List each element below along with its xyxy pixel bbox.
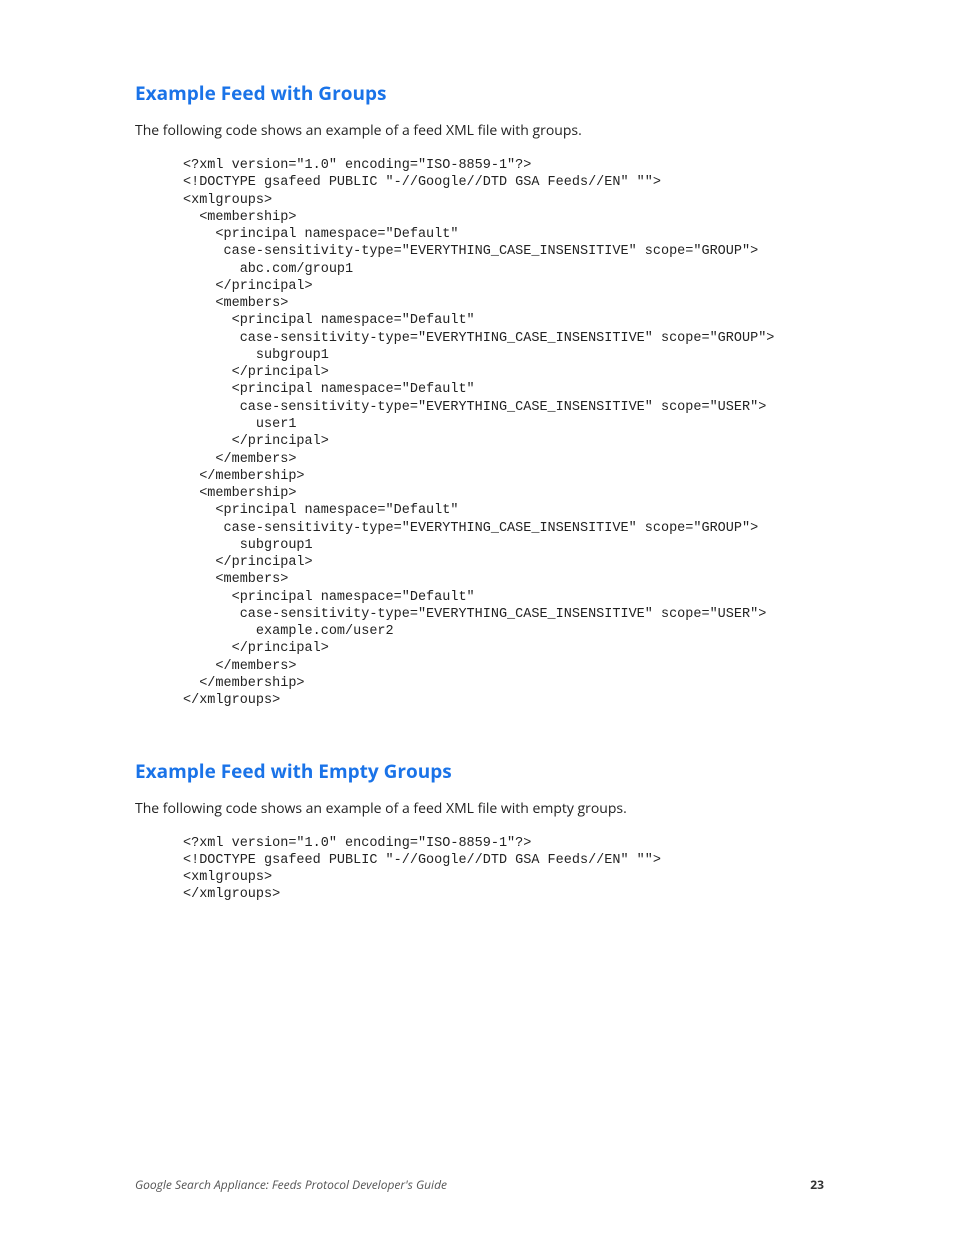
page-footer: Google Search Appliance: Feeds Protocol … xyxy=(135,1176,824,1193)
page-content: Example Feed with Groups The following c… xyxy=(0,0,954,904)
section-example-feed-with-empty-groups: Example Feed with Empty Groups The follo… xyxy=(135,758,824,904)
intro-text-1: The following code shows an example of a… xyxy=(135,120,824,141)
code-block-1: <?xml version="1.0" encoding="ISO-8859-1… xyxy=(135,157,824,710)
footer-title: Google Search Appliance: Feeds Protocol … xyxy=(135,1176,447,1193)
code-block-2: <?xml version="1.0" encoding="ISO-8859-1… xyxy=(135,835,824,904)
page-number: 23 xyxy=(810,1176,824,1193)
heading-example-feed-with-empty-groups: Example Feed with Empty Groups xyxy=(135,758,824,784)
intro-text-2: The following code shows an example of a… xyxy=(135,798,824,819)
section-example-feed-with-groups: Example Feed with Groups The following c… xyxy=(135,80,824,710)
heading-example-feed-with-groups: Example Feed with Groups xyxy=(135,80,824,106)
